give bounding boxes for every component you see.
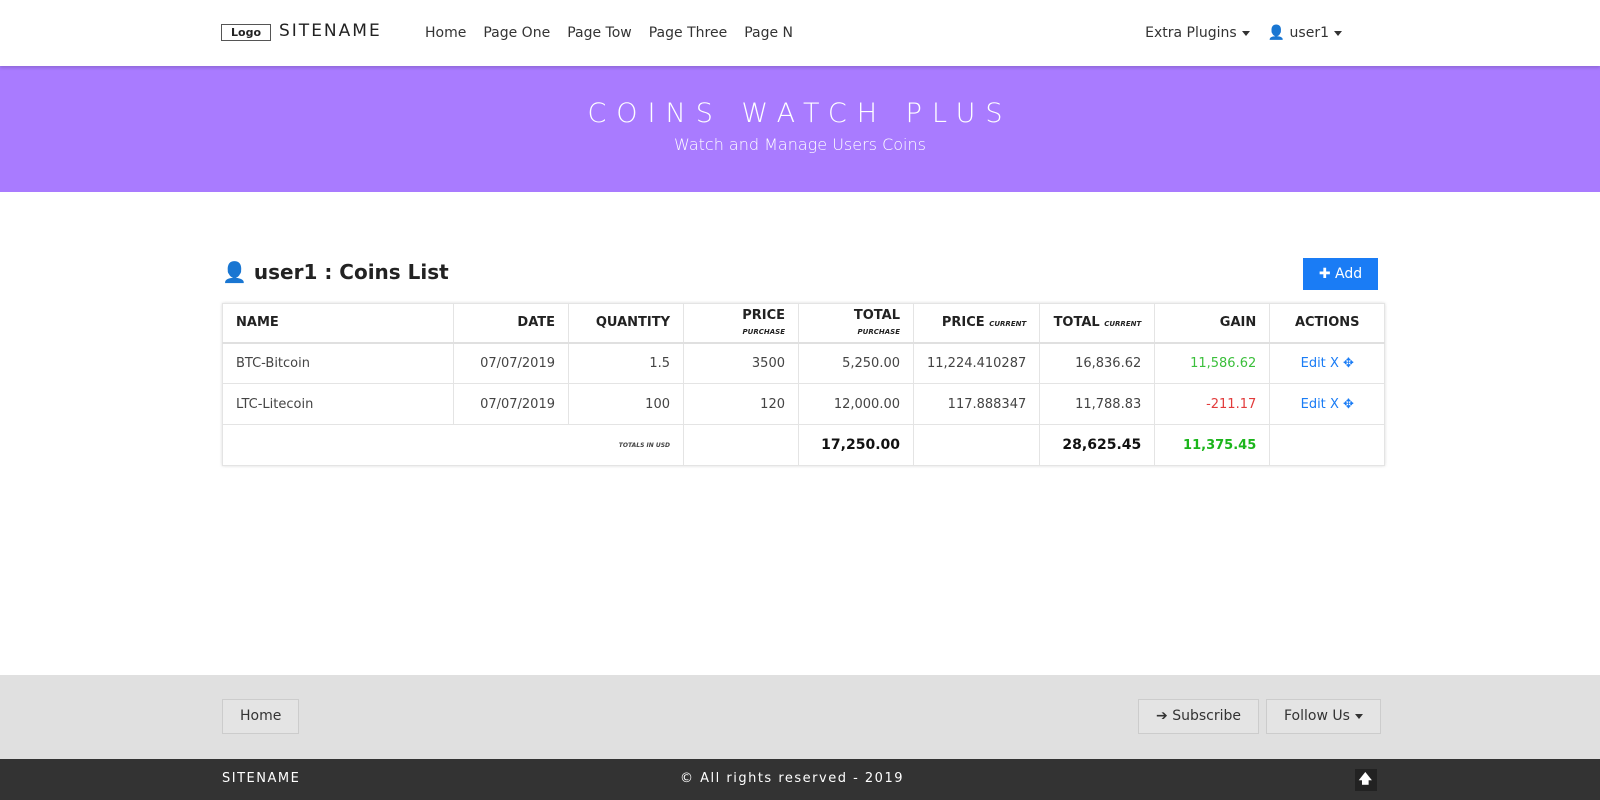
th-gain[interactable]: GAIN xyxy=(1154,303,1271,344)
totals-row: TOTALS IN USD 17,250.00 28,625.45 11,375… xyxy=(222,424,1386,466)
cell-actions: Edit X ✥ xyxy=(1269,342,1386,384)
cell-price-current: 11,224.410287 xyxy=(912,342,1041,384)
subscribe-button[interactable]: ➔ Subscribe xyxy=(1138,699,1259,734)
banner-subtitle: Watch and Manage Users Coins xyxy=(674,135,926,154)
th-price-purchase[interactable]: PRICE purchase xyxy=(683,303,799,344)
sitename[interactable]: SITENAME xyxy=(279,21,382,41)
cell-total-purchase: 12,000.00 xyxy=(798,383,914,425)
cell-total-purchase: 5,250.00 xyxy=(798,342,914,384)
navbar: Logo SITENAME Home Page One Page Tow Pag… xyxy=(0,0,1600,66)
cell-total-current: 16,836.62 xyxy=(1039,342,1156,384)
cell-gain: 11,586.62 xyxy=(1154,342,1271,384)
th-actions: ACTIONS xyxy=(1269,303,1386,344)
total-gain: 11,375.45 xyxy=(1154,424,1271,466)
footer: Home ➔ Subscribe Follow Us xyxy=(0,675,1600,759)
user-icon: 👤 xyxy=(1267,25,1286,41)
page-title: 👤 user1 : Coins List xyxy=(222,260,449,284)
edit-link[interactable]: Edit xyxy=(1301,356,1326,371)
cell-name: BTC-Bitcoin xyxy=(222,342,454,384)
follow-us-dropdown[interactable]: Follow Us xyxy=(1266,699,1381,734)
table-row: LTC-Litecoin 07/07/2019 100 120 12,000.0… xyxy=(222,383,1386,425)
nav-page-tow[interactable]: Page Tow xyxy=(567,25,632,41)
footer-sitename: SITENAME xyxy=(222,771,301,786)
cell-actions: Edit X ✥ xyxy=(1269,383,1386,425)
hero-banner: COINS WATCH PLUS Watch and Manage Users … xyxy=(0,66,1600,192)
cell-name: LTC-Litecoin xyxy=(222,383,454,425)
extra-plugins-label: Extra Plugins xyxy=(1145,25,1237,41)
add-label: Add xyxy=(1335,266,1363,282)
arrow-right-icon: ➔ xyxy=(1156,708,1168,724)
th-total-purchase[interactable]: TOTAL purchase xyxy=(798,303,914,344)
edit-link[interactable]: Edit xyxy=(1301,397,1326,412)
table-row: BTC-Bitcoin 07/07/2019 1.5 3500 5,250.00… xyxy=(222,342,1386,384)
nav-page-n[interactable]: Page N xyxy=(744,25,793,41)
footer-home-button[interactable]: Home xyxy=(222,699,300,734)
coins-table: NAME DATE QUANTITY PRICE purchase TOTAL … xyxy=(222,303,1386,466)
th-name[interactable]: NAME xyxy=(222,303,454,344)
total-current: 28,625.45 xyxy=(1039,424,1156,466)
cell-date: 07/07/2019 xyxy=(453,342,569,384)
page-title-text: user1 : Coins List xyxy=(253,260,449,284)
extra-plugins-dropdown[interactable]: Extra Plugins xyxy=(1145,25,1250,41)
cell-quantity: 1.5 xyxy=(568,342,684,384)
nav-page-one[interactable]: Page One xyxy=(483,25,550,41)
user-icon: 👤 xyxy=(222,260,247,284)
totals-label: TOTALS IN USD xyxy=(222,424,684,466)
total-purchase: 17,250.00 xyxy=(798,424,914,466)
user-label: user1 xyxy=(1289,25,1329,41)
cell-quantity: 100 xyxy=(568,383,684,425)
copyright: © All rights reserved - 2019 xyxy=(680,771,904,786)
move-icon[interactable]: ✥ xyxy=(1343,397,1354,412)
th-price-current[interactable]: PRICE current xyxy=(912,303,1041,344)
user-dropdown[interactable]: 👤 user1 xyxy=(1268,25,1342,41)
th-date[interactable]: DATE xyxy=(453,303,569,344)
banner-title: COINS WATCH PLUS xyxy=(587,98,1013,129)
th-total-current[interactable]: TOTAL current xyxy=(1039,303,1156,344)
cell-price-current: 117.888347 xyxy=(912,383,1041,425)
scroll-top-arrow-up-icon[interactable]: 🡅 xyxy=(1355,769,1377,791)
delete-link[interactable]: X xyxy=(1330,356,1339,371)
cell-price-purchase: 120 xyxy=(683,383,799,425)
plus-icon: ✚ xyxy=(1318,266,1331,282)
th-quantity[interactable]: QUANTITY xyxy=(568,303,684,344)
bottom-bar: SITENAME © All rights reserved - 2019 🡅 xyxy=(0,759,1600,800)
nav-page-three[interactable]: Page Three xyxy=(649,25,727,41)
cell-price-purchase: 3500 xyxy=(683,342,799,384)
cell-date: 07/07/2019 xyxy=(453,383,569,425)
cell-gain: -211.17 xyxy=(1154,383,1271,425)
logo[interactable]: Logo xyxy=(221,24,271,41)
add-button[interactable]: ✚ Add xyxy=(1303,258,1378,290)
cell-total-current: 11,788.83 xyxy=(1039,383,1156,425)
delete-link[interactable]: X xyxy=(1330,397,1339,412)
move-icon[interactable]: ✥ xyxy=(1343,356,1354,371)
nav-home[interactable]: Home xyxy=(425,25,466,41)
